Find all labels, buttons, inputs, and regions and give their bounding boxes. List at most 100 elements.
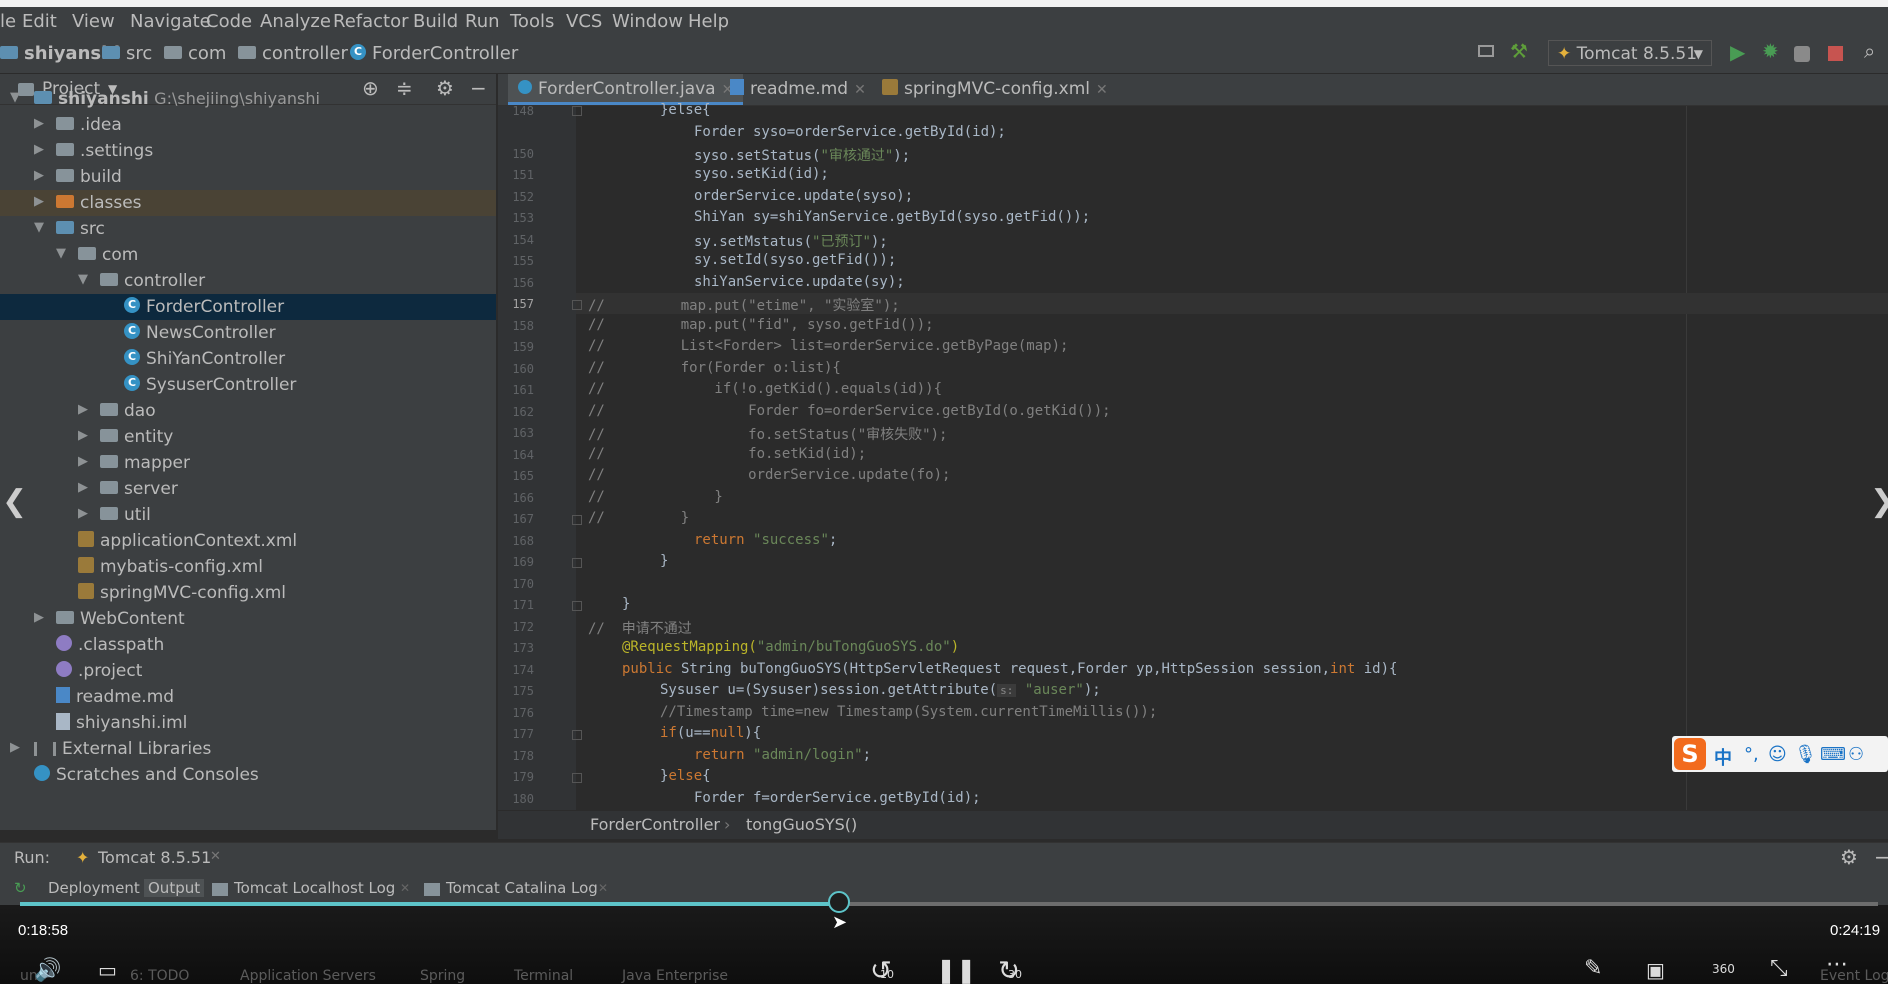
tree-item-external-libraries[interactable]: ▶ External Libraries — [0, 736, 496, 762]
tab-forder-controller[interactable]: ForderController.java ✕ — [508, 74, 744, 105]
tree-item-com[interactable]: ▼ com — [0, 242, 496, 268]
menu-edit[interactable]: Edit — [22, 11, 57, 32]
microphone-icon[interactable]: 🎙 — [1794, 744, 1817, 765]
tab-localhost-log[interactable]: Tomcat Localhost Log — [234, 879, 395, 897]
exit-fullscreen-icon[interactable]: ⤡ — [1770, 956, 1788, 981]
close-icon[interactable]: ✕ — [854, 82, 866, 98]
tree-item-idea[interactable]: ▶ .idea — [0, 112, 496, 138]
menu-window[interactable]: Window — [612, 11, 683, 32]
run-config-tab[interactable]: Tomcat 8.5.51 — [98, 848, 211, 867]
ime-language[interactable]: 中 — [1714, 744, 1732, 770]
menu-help[interactable]: Help — [688, 11, 729, 32]
tree-item-mapper[interactable]: ▶ mapper — [0, 450, 496, 476]
previous-arrow-icon[interactable]: ❮ — [2, 484, 27, 519]
tree-item-news-controller[interactable]: C NewsController — [0, 320, 496, 346]
breadcrumb-src[interactable]: src — [102, 43, 152, 64]
tab-catalina-log[interactable]: Tomcat Catalina Log — [446, 879, 598, 897]
close-icon[interactable]: ✕ — [1096, 82, 1108, 98]
coverage-icon[interactable] — [1794, 46, 1810, 62]
tree-item-project-file[interactable]: .project — [0, 658, 496, 684]
picture-in-picture-icon[interactable]: ▣ — [1646, 958, 1665, 982]
tree-item-dao[interactable]: ▶ dao — [0, 398, 496, 424]
tree-item-mybatis-config[interactable]: mybatis-config.xml — [0, 554, 496, 580]
breadcrumb-controller[interactable]: controller — [238, 43, 348, 64]
tree-item-entity[interactable]: ▶ entity — [0, 424, 496, 450]
tree-item-webcontent[interactable]: ▶ WebContent — [0, 606, 496, 632]
tree-item-forder-controller[interactable]: C ForderController — [0, 294, 496, 320]
menu-analyze[interactable]: Analyze — [260, 11, 331, 32]
punctuation-icon[interactable]: °, — [1744, 744, 1759, 765]
fold-marker-icon[interactable] — [572, 558, 582, 568]
tree-item-settings[interactable]: ▶ .settings — [0, 138, 496, 164]
emoji-icon[interactable]: ☺ — [1768, 744, 1787, 765]
fold-marker-icon[interactable] — [572, 773, 582, 783]
pen-icon[interactable]: ✎ — [1584, 956, 1602, 981]
tab-deployment[interactable]: Deployment — [48, 879, 140, 897]
tree-item-application-context[interactable]: applicationContext.xml — [0, 528, 496, 554]
hide-icon[interactable]: − — [1874, 845, 1888, 869]
navigation-bar: shiyanshi src com controller C ForderCont… — [0, 35, 1888, 74]
next-arrow-icon[interactable]: ❯ — [1870, 484, 1888, 519]
tree-item-build[interactable]: ▶ build — [0, 164, 496, 190]
run-config-dropdown[interactable]: ✦ Tomcat 8.5.51 ▼ — [1548, 40, 1712, 66]
code-line: return "success"; — [694, 532, 838, 548]
fold-marker-icon[interactable] — [572, 730, 582, 740]
stop-icon[interactable] — [1828, 46, 1843, 61]
tree-item-scratches[interactable]: Scratches and Consoles — [0, 762, 496, 788]
menu-build[interactable]: Build — [413, 11, 458, 32]
skin-icon[interactable]: ⚇ — [1848, 744, 1864, 765]
menu-tools[interactable]: Tools — [510, 11, 554, 32]
run-icon[interactable]: ▶ — [1730, 40, 1750, 64]
fold-marker-icon[interactable] — [572, 515, 582, 525]
subtitle-icon[interactable]: ▭ — [98, 958, 117, 982]
breadcrumb-separator: › — [724, 815, 731, 834]
fold-marker-icon[interactable] — [572, 601, 582, 611]
tab-readme[interactable]: readme.md ✕ — [720, 74, 876, 105]
sogou-logo-icon[interactable]: S — [1674, 738, 1706, 770]
tree-item-shiyan-controller[interactable]: C ShiYanController — [0, 346, 496, 372]
pause-icon[interactable]: ❚❚ — [936, 956, 976, 984]
build-hammer-icon[interactable]: ⚒ — [1510, 39, 1530, 63]
menu-navigate[interactable]: Navigate — [130, 11, 211, 32]
breadcrumb-file[interactable]: C ForderController — [350, 43, 518, 64]
rerun-icon[interactable]: ↻ — [14, 879, 27, 897]
close-icon[interactable]: ✕ — [598, 881, 608, 895]
breadcrumb-com[interactable]: com — [164, 43, 226, 64]
menu-run[interactable]: Run — [465, 11, 500, 32]
tab-springmvc-config[interactable]: springMVC-config.xml ✕ — [872, 74, 1118, 105]
tree-item-server[interactable]: ▶ server — [0, 476, 496, 502]
menu-vcs[interactable]: VCS — [566, 11, 602, 32]
menu-file[interactable]: le — [0, 11, 16, 32]
fold-marker-icon[interactable] — [572, 300, 582, 310]
layout-icon[interactable] — [1478, 45, 1494, 57]
tree-item-classpath[interactable]: .classpath — [0, 632, 496, 658]
tree-item-src[interactable]: ▼ src — [0, 216, 496, 242]
menu-refactor[interactable]: Refactor — [333, 11, 409, 32]
menu-code[interactable]: Code — [206, 11, 252, 32]
volume-icon[interactable]: 🔊 — [34, 958, 61, 983]
tree-item-controller[interactable]: ▼ controller — [0, 268, 496, 294]
close-icon[interactable]: ✕ — [400, 881, 410, 895]
tab-output[interactable]: Output — [144, 879, 205, 897]
tree-item-sysuser-controller[interactable]: C SysuserController — [0, 372, 496, 398]
tree-item-util[interactable]: ▶ util — [0, 502, 496, 528]
menu-bar: le Edit View Navigate Code Analyze Refac… — [0, 7, 1888, 35]
menu-view[interactable]: View — [72, 11, 115, 32]
search-icon[interactable]: ⌕ — [1864, 39, 1884, 63]
more-icon[interactable]: ⋯ — [1826, 952, 1848, 977]
tree-item-iml[interactable]: shiyanshi.iml — [0, 710, 496, 736]
tree-item-springmvc-config[interactable]: springMVC-config.xml — [0, 580, 496, 606]
tree-root[interactable]: ▼ shiyanshi G:\shejiing\shiyanshi — [0, 86, 496, 112]
editor-breadcrumb-class[interactable]: ForderController — [590, 815, 720, 834]
tree-item-readme[interactable]: readme.md — [0, 684, 496, 710]
close-icon[interactable]: ✕ — [210, 849, 221, 864]
tree-item-classes[interactable]: ▶ classes — [0, 190, 496, 216]
gear-icon[interactable]: ⚙ — [1840, 845, 1858, 869]
fold-marker-icon[interactable] — [572, 106, 582, 116]
editor-breadcrumb-method[interactable]: tongGuoSYS() — [746, 815, 857, 834]
line-number: 178 — [512, 749, 534, 763]
expand-right-icon: ▶ — [78, 402, 88, 417]
vr-360-icon[interactable]: 360 — [1712, 962, 1735, 976]
keyboard-icon[interactable]: ⌨ — [1820, 744, 1846, 765]
debug-icon[interactable]: ✹ — [1762, 39, 1782, 63]
